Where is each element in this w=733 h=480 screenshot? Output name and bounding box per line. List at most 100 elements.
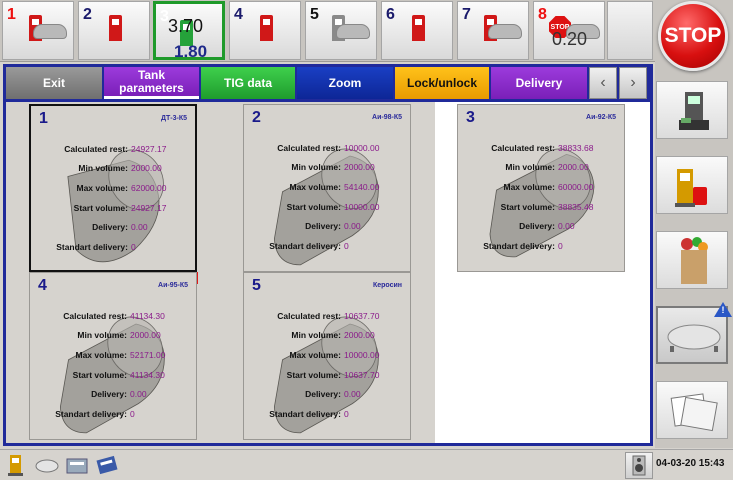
pump-number: 4	[234, 6, 243, 23]
param-label: Standart delivery:	[483, 240, 555, 251]
documents-icon[interactable]	[94, 453, 120, 477]
param-value: 60000.00	[558, 181, 594, 192]
documents-button[interactable]	[656, 381, 728, 439]
tank-card-2[interactable]: 2 Аи-98-К5 Calculated rest: 10000.00 Min vol…	[243, 104, 412, 285]
tank-param-row: Min volume: 2000.00	[458, 158, 626, 178]
tank-param-row: Delivery: 0.00	[30, 384, 198, 404]
param-label: Start volume:	[286, 369, 341, 380]
pump-volume: 1.80	[174, 42, 208, 61]
param-value: 0	[344, 240, 349, 251]
param-value: 52171.00	[130, 349, 166, 360]
tank-param-row: Delivery: 0.00	[244, 216, 412, 236]
cash-register-icon	[679, 92, 709, 130]
car-icon	[336, 24, 370, 39]
param-label: Start volume:	[286, 201, 341, 212]
param-value: 10000.00	[344, 142, 380, 153]
fuel-dispenser-icon	[109, 15, 122, 41]
cash-register-button[interactable]	[656, 81, 728, 139]
exit-button[interactable]: Exit	[6, 67, 102, 99]
tank-number: 4	[38, 277, 47, 294]
tank-param-row: Max volume: 54140.00	[244, 177, 412, 197]
param-value: 24927.17	[131, 143, 167, 154]
fuel-goods-button[interactable]	[656, 156, 728, 214]
tank-param-row: Calculated rest: 38833.68	[458, 138, 626, 158]
param-value: 10000.00	[344, 201, 380, 212]
pump-1[interactable]: 1	[2, 1, 74, 60]
param-label: Min volume:	[291, 330, 341, 341]
chevron-left-icon: ‹	[600, 74, 606, 91]
pump-amount: 0.20	[552, 29, 588, 49]
pump-5[interactable]: 5	[305, 1, 377, 60]
param-label: Calculated rest:	[277, 142, 341, 153]
scroll-right-button[interactable]: ›	[619, 67, 647, 99]
param-label: Max volume:	[503, 181, 556, 192]
param-value: 0	[344, 408, 349, 419]
param-label: Delivery:	[305, 389, 341, 400]
param-label: Min volume:	[78, 163, 128, 174]
param-value: 54140.00	[344, 181, 380, 192]
tank-card-5[interactable]: 5 Керосин Calculated rest: 10637.70 Min volu…	[243, 272, 411, 440]
pump-3[interactable]: 3 3.70 1.80	[153, 1, 225, 61]
pump-amount: 3.70	[168, 16, 204, 36]
pump-bar: 1 2 3 3.70 1.80 4 5 6 7 8 STOP 0.20	[0, 0, 655, 62]
param-label: Start volume:	[72, 369, 127, 380]
param-value: 2000.00	[130, 330, 161, 341]
tank-param-row: Min volume: 2000.00	[244, 326, 412, 346]
param-label: Calculated rest:	[64, 143, 128, 154]
param-value: 0	[130, 408, 135, 419]
tab-tank-parameters[interactable]: Tank parameters	[104, 67, 199, 99]
tank-number: 3	[466, 109, 475, 126]
status-bar: 04-03-20 15:43	[0, 449, 733, 480]
pump-8[interactable]: 8 STOP 0.20	[533, 1, 605, 60]
tank-number: 5	[252, 277, 261, 294]
pump-2[interactable]: 2	[78, 1, 150, 60]
pump-6[interactable]: 6	[381, 1, 453, 60]
tank-card-4[interactable]: 4 Аи-95-К5 Calculated rest: 41134.30 Min vol…	[29, 272, 197, 440]
scroll-left-button[interactable]: ‹	[589, 67, 617, 99]
fuel-dispenser-icon	[260, 15, 273, 41]
tank-card-3[interactable]: 3 Аи-92-К5 Calculated rest: 38833.68 Min vol…	[457, 104, 625, 272]
param-value: 0.00	[558, 221, 575, 232]
tab-tig-data[interactable]: TIG data	[201, 67, 295, 99]
speaker-button[interactable]	[625, 452, 653, 479]
tank-param-row: Min volume: 2000.00	[31, 159, 199, 179]
tank-fuel-name: Аи-95-К5	[158, 282, 188, 289]
pump-4[interactable]: 4	[229, 1, 301, 60]
param-label: Delivery:	[519, 221, 555, 232]
tank-fuel-name: Аи-98-К5	[372, 114, 402, 121]
lock-unlock-button[interactable]: Lock/unlock	[395, 67, 489, 99]
param-label: Standart delivery:	[269, 408, 341, 419]
tank-icon[interactable]	[34, 453, 60, 477]
tank-panel: 1 ДТ-3-К5 Calculated rest: 24927.17 Min volu…	[3, 102, 653, 446]
tab-bar: Exit Tank parameters TIG data Zoom Lock/…	[3, 64, 653, 102]
param-label: Calculated rest:	[277, 310, 341, 321]
pump-7[interactable]: 7	[457, 1, 529, 60]
tank-param-row: Min volume: 2000.00	[244, 158, 412, 178]
param-label: Standart delivery:	[56, 241, 128, 252]
tank-param-row: Start volume: 38835.48	[458, 197, 626, 217]
tanks-button[interactable]: !	[656, 302, 732, 364]
param-value: 41134.30	[130, 369, 165, 380]
stop-button[interactable]: STOP	[658, 1, 728, 71]
param-value: 2000.00	[131, 163, 162, 174]
delivery-button[interactable]: Delivery	[491, 67, 587, 99]
param-label: Delivery:	[91, 389, 127, 400]
param-value: 10637.70	[344, 310, 380, 321]
clock: 04-03-20 15:43	[656, 458, 725, 469]
tank-fuel-name: Керосин	[372, 282, 402, 289]
param-label: Min volume:	[77, 330, 127, 341]
card-reader-icon[interactable]	[64, 453, 90, 477]
fuel-pump-icon[interactable]	[4, 453, 30, 477]
param-label: Delivery:	[92, 222, 128, 233]
param-value: 10000.00	[344, 349, 380, 360]
zoom-button[interactable]: Zoom	[297, 67, 393, 99]
tank-param-row: Delivery: 0.00	[31, 217, 199, 237]
alert-icon: !	[714, 302, 732, 317]
tank-card-1[interactable]: 1 ДТ-3-К5 Calculated rest: 24927.17 Min volu…	[29, 104, 199, 284]
tank-param-row: Start volume: 10000.00	[244, 197, 412, 217]
shop-button[interactable]	[656, 231, 728, 289]
tank-param-row: Calculated rest: 10000.00	[244, 138, 412, 158]
pump-number: 5	[310, 6, 319, 23]
tank-fuel-name: Аи-92-К5	[586, 114, 616, 121]
tank-param-row: Standart delivery: 0	[30, 404, 198, 424]
